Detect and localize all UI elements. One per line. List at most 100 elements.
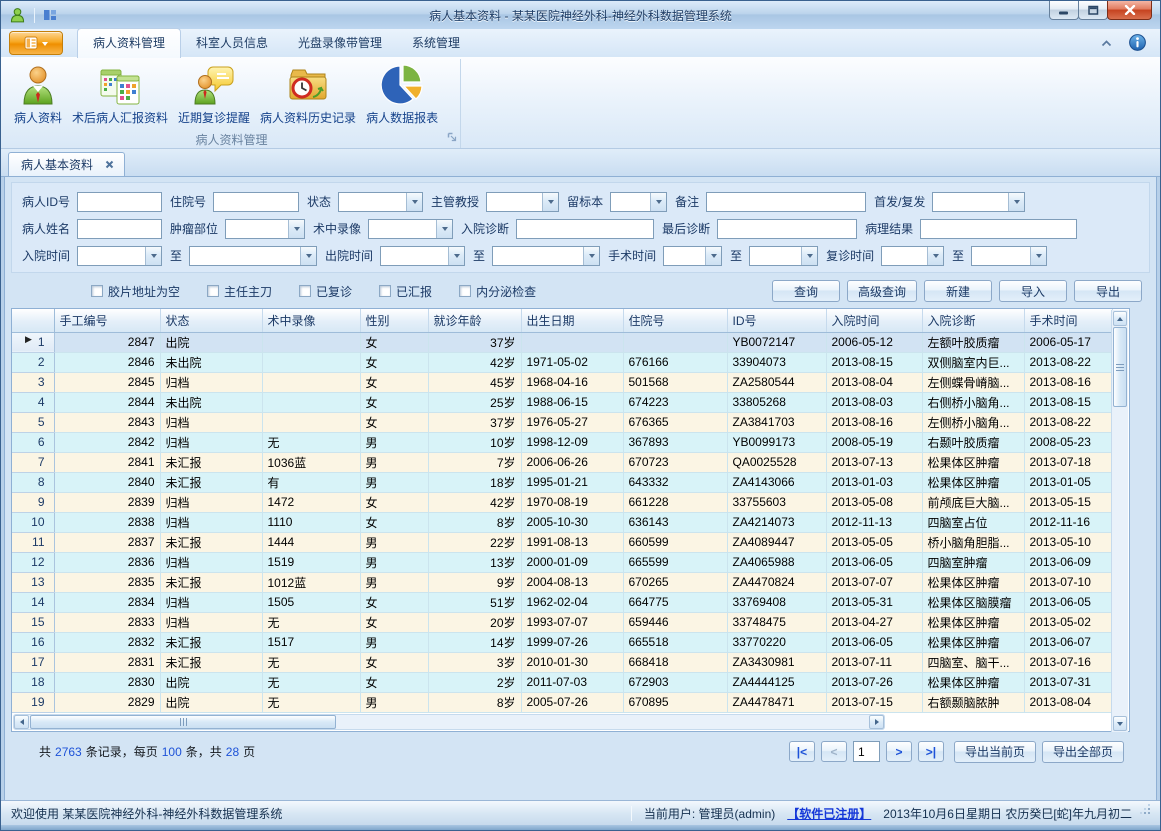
cell-birth-date[interactable]: 1995-01-21 [521, 472, 623, 492]
row-indicator[interactable]: 4 [12, 392, 54, 412]
final-diag-input[interactable] [717, 219, 857, 239]
cell-inpatient-no[interactable]: 670265 [623, 572, 727, 592]
cell-admit-date[interactable]: 2013-01-03 [826, 472, 922, 492]
cell-video[interactable]: 无 [262, 692, 360, 712]
cell-video[interactable] [262, 392, 360, 412]
cell-diagnosis[interactable]: 松果体区肿瘤 [922, 572, 1024, 592]
chevron-down-icon[interactable] [300, 247, 316, 265]
cell-video[interactable]: 无 [262, 432, 360, 452]
patient-id-input[interactable] [77, 192, 162, 212]
table-row[interactable]: 7 2841 未汇报 1036蓝 男 7岁 2006-06-26 670723 … [12, 452, 1112, 472]
cell-surgery-date[interactable]: 2006-05-17 [1024, 332, 1112, 352]
cell-diagnosis[interactable]: 左额叶胶质瘤 [922, 332, 1024, 352]
cell-inpatient-no[interactable]: 670895 [623, 692, 727, 712]
cell-inpatient-no[interactable]: 674223 [623, 392, 727, 412]
cell-gender[interactable]: 男 [360, 552, 428, 572]
cell-age[interactable]: 37岁 [428, 332, 521, 352]
cell-birth-date[interactable]: 1998-12-09 [521, 432, 623, 452]
chevron-down-icon[interactable] [406, 193, 422, 211]
cell-age[interactable]: 37岁 [428, 412, 521, 432]
followup-time-from-picker[interactable] [881, 246, 944, 266]
cell-diagnosis[interactable]: 双侧脑室内巨... [922, 352, 1024, 372]
cell-surgery-date[interactable]: 2013-07-31 [1024, 672, 1112, 692]
row-indicator[interactable]: ▶1 [12, 332, 54, 352]
cell-video[interactable]: 1036蓝 [262, 452, 360, 472]
surgery-time-from-picker[interactable] [663, 246, 722, 266]
cell-gender[interactable]: 女 [360, 392, 428, 412]
cell-video[interactable]: 1519 [262, 552, 360, 572]
cell-diagnosis[interactable]: 右颞叶胶质瘤 [922, 432, 1024, 452]
column-header[interactable]: 出生日期 [521, 309, 623, 332]
tab-patient-basic-info[interactable]: 病人基本资料 [8, 152, 125, 176]
patient-data-button[interactable]: 病人资料 [9, 61, 67, 128]
cell-birth-date[interactable]: 1991-08-13 [521, 532, 623, 552]
cell-surgery-date[interactable]: 2013-07-18 [1024, 452, 1112, 472]
cell-inpatient-no[interactable]: 367893 [623, 432, 727, 452]
cell-manual-no[interactable]: 2840 [54, 472, 160, 492]
cell-id-no[interactable]: ZA4214073 [727, 512, 826, 532]
cell-id-no[interactable]: ZA4089447 [727, 532, 826, 552]
cell-surgery-date[interactable]: 2013-06-09 [1024, 552, 1112, 572]
admission-diag-input-text[interactable] [517, 220, 653, 238]
cell-manual-no[interactable]: 2847 [54, 332, 160, 352]
cell-surgery-date[interactable]: 2013-08-16 [1024, 372, 1112, 392]
cell-diagnosis[interactable]: 松果体区肿瘤 [922, 672, 1024, 692]
table-row[interactable]: 2 2846 未出院 女 42岁 1971-05-02 676166 33904… [12, 352, 1112, 372]
cell-manual-no[interactable]: 2829 [54, 692, 160, 712]
cell-gender[interactable]: 女 [360, 412, 428, 432]
professor-select[interactable] [486, 192, 559, 212]
cell-gender[interactable]: 女 [360, 492, 428, 512]
cell-id-no[interactable]: YB0072147 [727, 332, 826, 352]
cell-video[interactable]: 无 [262, 612, 360, 632]
cell-inpatient-no[interactable]: 672903 [623, 672, 727, 692]
cell-gender[interactable]: 女 [360, 672, 428, 692]
cell-admit-date[interactable]: 2013-08-03 [826, 392, 922, 412]
pathology-input[interactable] [920, 219, 1077, 239]
cell-gender[interactable]: 女 [360, 592, 428, 612]
cell-video[interactable]: 1517 [262, 632, 360, 652]
resize-grip-icon[interactable] [1148, 812, 1150, 814]
cell-surgery-date[interactable]: 2013-01-05 [1024, 472, 1112, 492]
cell-surgery-date[interactable]: 2013-08-15 [1024, 392, 1112, 412]
cell-birth-date[interactable]: 1976-05-27 [521, 412, 623, 432]
cell-admit-date[interactable]: 2013-08-15 [826, 352, 922, 372]
export-button[interactable]: 导出 [1074, 280, 1142, 302]
cell-id-no[interactable]: 33770220 [727, 632, 826, 652]
cell-video[interactable] [262, 352, 360, 372]
app-logo-icon[interactable] [9, 7, 26, 24]
cell-status[interactable]: 归档 [160, 432, 262, 452]
cell-inpatient-no[interactable]: 665599 [623, 552, 727, 572]
patient-name-input[interactable] [77, 219, 162, 239]
tumor-site-select-text[interactable] [226, 220, 288, 238]
cell-id-no[interactable]: ZA3430981 [727, 652, 826, 672]
next-page-button[interactable]: > [886, 741, 912, 762]
patient-name-input-text[interactable] [78, 220, 161, 238]
cell-status[interactable]: 归档 [160, 372, 262, 392]
cell-manual-no[interactable]: 2845 [54, 372, 160, 392]
admission-time-from-text[interactable] [78, 247, 145, 265]
table-row[interactable]: 17 2831 未汇报 无 女 3岁 2010-01-30 668418 ZA3… [12, 652, 1112, 672]
cell-surgery-date[interactable]: 2012-11-16 [1024, 512, 1112, 532]
cell-manual-no[interactable]: 2836 [54, 552, 160, 572]
cell-diagnosis[interactable]: 四脑室占位 [922, 512, 1024, 532]
chevron-down-icon[interactable] [1030, 247, 1046, 265]
cell-admit-date[interactable]: 2013-07-15 [826, 692, 922, 712]
discharge-time-from-text[interactable] [381, 247, 448, 265]
cell-diagnosis[interactable]: 松果体区肿瘤 [922, 452, 1024, 472]
last-page-button[interactable]: >| [918, 741, 944, 762]
specimen-select[interactable] [610, 192, 667, 212]
cell-age[interactable]: 3岁 [428, 652, 521, 672]
followup-reminder-button[interactable]: 近期复诊提醒 [173, 61, 255, 128]
table-row[interactable]: 16 2832 未汇报 1517 男 14岁 1999-07-26 665518… [12, 632, 1112, 652]
cell-birth-date[interactable]: 1988-06-15 [521, 392, 623, 412]
admission-time-to-picker[interactable] [189, 246, 317, 266]
cell-admit-date[interactable]: 2013-05-08 [826, 492, 922, 512]
vertical-scrollbar[interactable] [1111, 310, 1128, 732]
cell-inpatient-no[interactable] [623, 332, 727, 352]
discharge-time-to-picker[interactable] [492, 246, 600, 266]
followup-time-to-picker[interactable] [971, 246, 1047, 266]
cell-inpatient-no[interactable]: 665518 [623, 632, 727, 652]
cell-status[interactable]: 归档 [160, 412, 262, 432]
cell-status[interactable]: 未汇报 [160, 472, 262, 492]
cell-video[interactable]: 无 [262, 652, 360, 672]
